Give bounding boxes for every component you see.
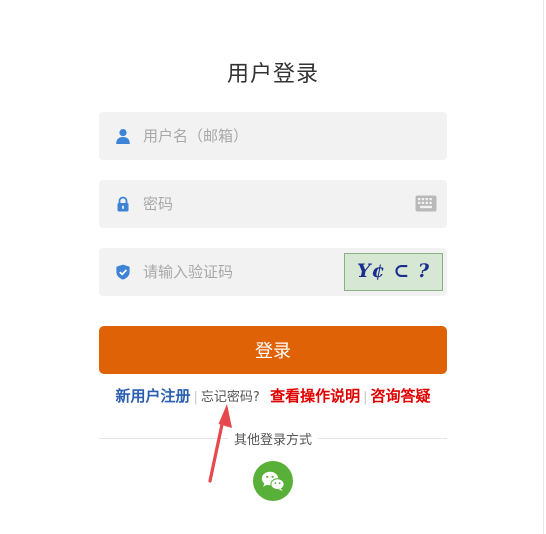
link-separator: | (363, 390, 368, 405)
username-field-container[interactable] (99, 112, 447, 160)
keyboard-icon[interactable] (415, 195, 437, 212)
auxiliary-links: 新用户注册|忘记密码?|查看操作说明|咨询答疑 (0, 385, 546, 405)
login-panel: 用户登录 用户名（邮箱） 请输入验证码 Y¢ ⊂ ? 登录 新用户注册 | 忘记… (0, 0, 544, 534)
wechat-login-button[interactable] (253, 461, 293, 501)
help-link[interactable]: 咨询答疑 (371, 387, 431, 405)
user-icon (116, 129, 130, 144)
lock-icon (117, 196, 129, 212)
page-title: 用户登录 (226, 62, 319, 87)
operation-guide-link[interactable]: 查看操作说明 (270, 387, 360, 405)
captcha-field-container[interactable]: Y¢ ⊂ ? (99, 248, 447, 296)
other-login-label: 其他登录方式 (0, 429, 546, 448)
wechat-icon (261, 471, 285, 491)
shield-check-icon (116, 264, 130, 280)
register-link[interactable]: 新用户注册 (115, 387, 190, 405)
arrow-annotation-icon (208, 404, 232, 483)
password-field-container[interactable] (99, 180, 447, 228)
password-input[interactable] (143, 180, 403, 228)
captcha-text: Y¢ ⊂ ? (356, 260, 431, 282)
login-button[interactable]: 登录 (99, 326, 447, 374)
username-input[interactable] (143, 112, 403, 160)
captcha-image[interactable]: Y¢ ⊂ ? (344, 253, 443, 291)
